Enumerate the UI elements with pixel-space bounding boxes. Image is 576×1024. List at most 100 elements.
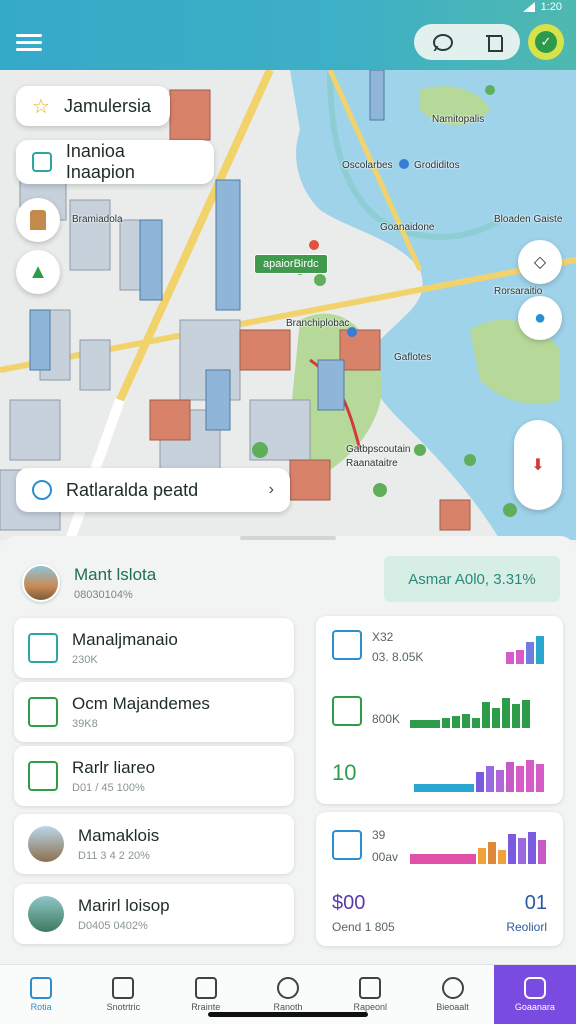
compass-control[interactable]: ⬇ (514, 420, 562, 510)
list-item-title: Rarlr liareo (72, 758, 156, 777)
nav-label: Rapeonl (353, 1002, 388, 1012)
list-item-sub: D01 / 45 100% (72, 782, 145, 794)
map-badge[interactable]: apaiorBirdc (254, 254, 328, 274)
nav-profile[interactable]: Bieoaalt (411, 965, 493, 1024)
summary-pill[interactable]: Asmar A0l0, 3.31% (384, 556, 560, 602)
favorite-chip[interactable]: ☆ Jamulersia (16, 86, 170, 126)
user-icon (441, 977, 464, 999)
list-item-sub: 230K (72, 654, 98, 666)
compass-icon: ⬇ (531, 457, 545, 474)
folder-icon (359, 977, 382, 999)
list-item-title: Ocm Majandemes (72, 694, 210, 713)
delete-icon[interactable] (484, 32, 504, 52)
star-icon: ☆ (32, 95, 50, 118)
list-item-sub: D11 3 4 2 20% (78, 850, 150, 862)
app-header: 1:20 ✓ (0, 0, 576, 70)
solar-panel-icon (28, 697, 58, 727)
city-map[interactable]: Namitopalis Oscolarbes Grodiditos Goanai… (0, 70, 576, 540)
nav-label: Rotia (30, 1002, 52, 1012)
comment-icon (32, 480, 52, 500)
app-icon (523, 977, 546, 999)
list-item[interactable]: Rarlr liareo D01 / 45 100% (14, 746, 294, 806)
header-actions (414, 24, 520, 60)
nav-label: Ranoth (273, 1002, 303, 1012)
stat-label: 39 (372, 828, 386, 842)
stat-value: 00av (372, 850, 399, 864)
sheet-subtitle: 08030104% (74, 589, 133, 601)
park-icon[interactable]: ▲ (16, 250, 60, 294)
list-item-sub: 39K8 (72, 718, 98, 730)
stats-card[interactable]: 39 00av $00 01 Oend 1 805 Reoliorl (316, 812, 563, 946)
map-label: Rorsaraitio (494, 286, 543, 297)
map-label: Bloaden Gaiste (494, 214, 563, 225)
mini-chart (506, 632, 544, 664)
details-sheet[interactable]: Mant lslota 08030104% Asmar A0l0, 3.31% … (0, 536, 576, 966)
nav-home[interactable]: Rotia (0, 965, 82, 1024)
mini-chart (410, 696, 530, 728)
list-item-title: Mamaklois (78, 826, 160, 845)
home-icon (30, 977, 53, 999)
route-label: Ratlaralda peatd (66, 479, 199, 500)
sheet-title: Mant lslota (74, 565, 157, 584)
location-pin-icon[interactable]: ● (518, 296, 562, 340)
avatar (22, 564, 60, 602)
list-item-sub: D0405 0402% (78, 920, 148, 932)
chat-icon[interactable] (431, 32, 453, 52)
favorite-label: Jamulersia (63, 95, 151, 116)
message-icon (32, 152, 52, 172)
home-indicator (208, 1012, 368, 1017)
list-item[interactable]: Ocm Majandemes 39K8 (14, 682, 294, 742)
stat-value: 800K (372, 712, 401, 726)
stat-value: 03. 8.05K (372, 650, 424, 664)
chart-icon (332, 830, 362, 860)
map-label: Bramiadola (72, 214, 123, 225)
map-label: Raanataitre (346, 458, 398, 469)
stat-label: Reoliorl (506, 920, 547, 934)
list-item[interactable]: Marirl loisop D0405 0402% (14, 884, 294, 944)
mini-chart (414, 760, 544, 792)
stat-value: 10 (332, 760, 357, 785)
tower-photo (28, 826, 64, 862)
building-photo (28, 896, 64, 932)
grid-icon (332, 630, 362, 660)
status-time: 1:20 (540, 1, 562, 13)
map-label: Gaflotes (394, 352, 432, 363)
list-item[interactable]: Manaljmanaio 230K (14, 618, 294, 678)
calendar-icon (112, 977, 135, 999)
calculator-icon (28, 633, 58, 663)
map-label: Goanaidone (380, 222, 435, 233)
status-bar: 1:20 (522, 0, 562, 14)
sheet-header: Mant lslota 08030104% (22, 564, 156, 602)
location-icon (276, 977, 299, 999)
stat-label: X32 (372, 630, 394, 644)
nav-label: Bieoaalt (436, 1002, 469, 1012)
landmark-icon[interactable] (16, 198, 60, 242)
menu-icon[interactable] (16, 32, 42, 52)
nav-label: Snotrtric (106, 1002, 141, 1012)
nav-calendar[interactable]: Snotrtric (82, 965, 164, 1024)
map-label: Grodiditos (414, 160, 460, 171)
container-icon (28, 761, 58, 791)
info-chip[interactable]: Inanioa Inaapion (16, 140, 214, 184)
route-chip[interactable]: Ratlaralda peatd › (16, 468, 290, 512)
map-label: Gatbpscoutain (346, 444, 411, 455)
check-icon: ✓ (535, 31, 557, 53)
nav-label: Goaanara (514, 1002, 555, 1012)
sheet-handle[interactable] (240, 536, 336, 540)
confirm-button[interactable]: ✓ (528, 24, 564, 60)
chevron-right-icon: › (268, 481, 274, 498)
layers-icon[interactable]: ◇ (518, 240, 562, 284)
mini-chart (410, 832, 546, 864)
nav-label: Rrainte (191, 1002, 221, 1012)
stat-value: 01 (524, 892, 547, 914)
signal-icon (522, 2, 535, 12)
wallet-icon (332, 696, 362, 726)
nav-app[interactable]: Goaanara (493, 965, 576, 1024)
stats-card[interactable]: X32 03. 8.05K 800K 10 (316, 616, 563, 804)
map-label: Oscolarbes (342, 160, 393, 171)
box-icon (194, 977, 217, 999)
stat-value: $00 (332, 892, 366, 914)
list-item[interactable]: Mamaklois D11 3 4 2 20% (14, 814, 294, 874)
map-label: Branchiplobac (286, 318, 350, 329)
list-item-title: Manaljmanaio (72, 630, 178, 649)
